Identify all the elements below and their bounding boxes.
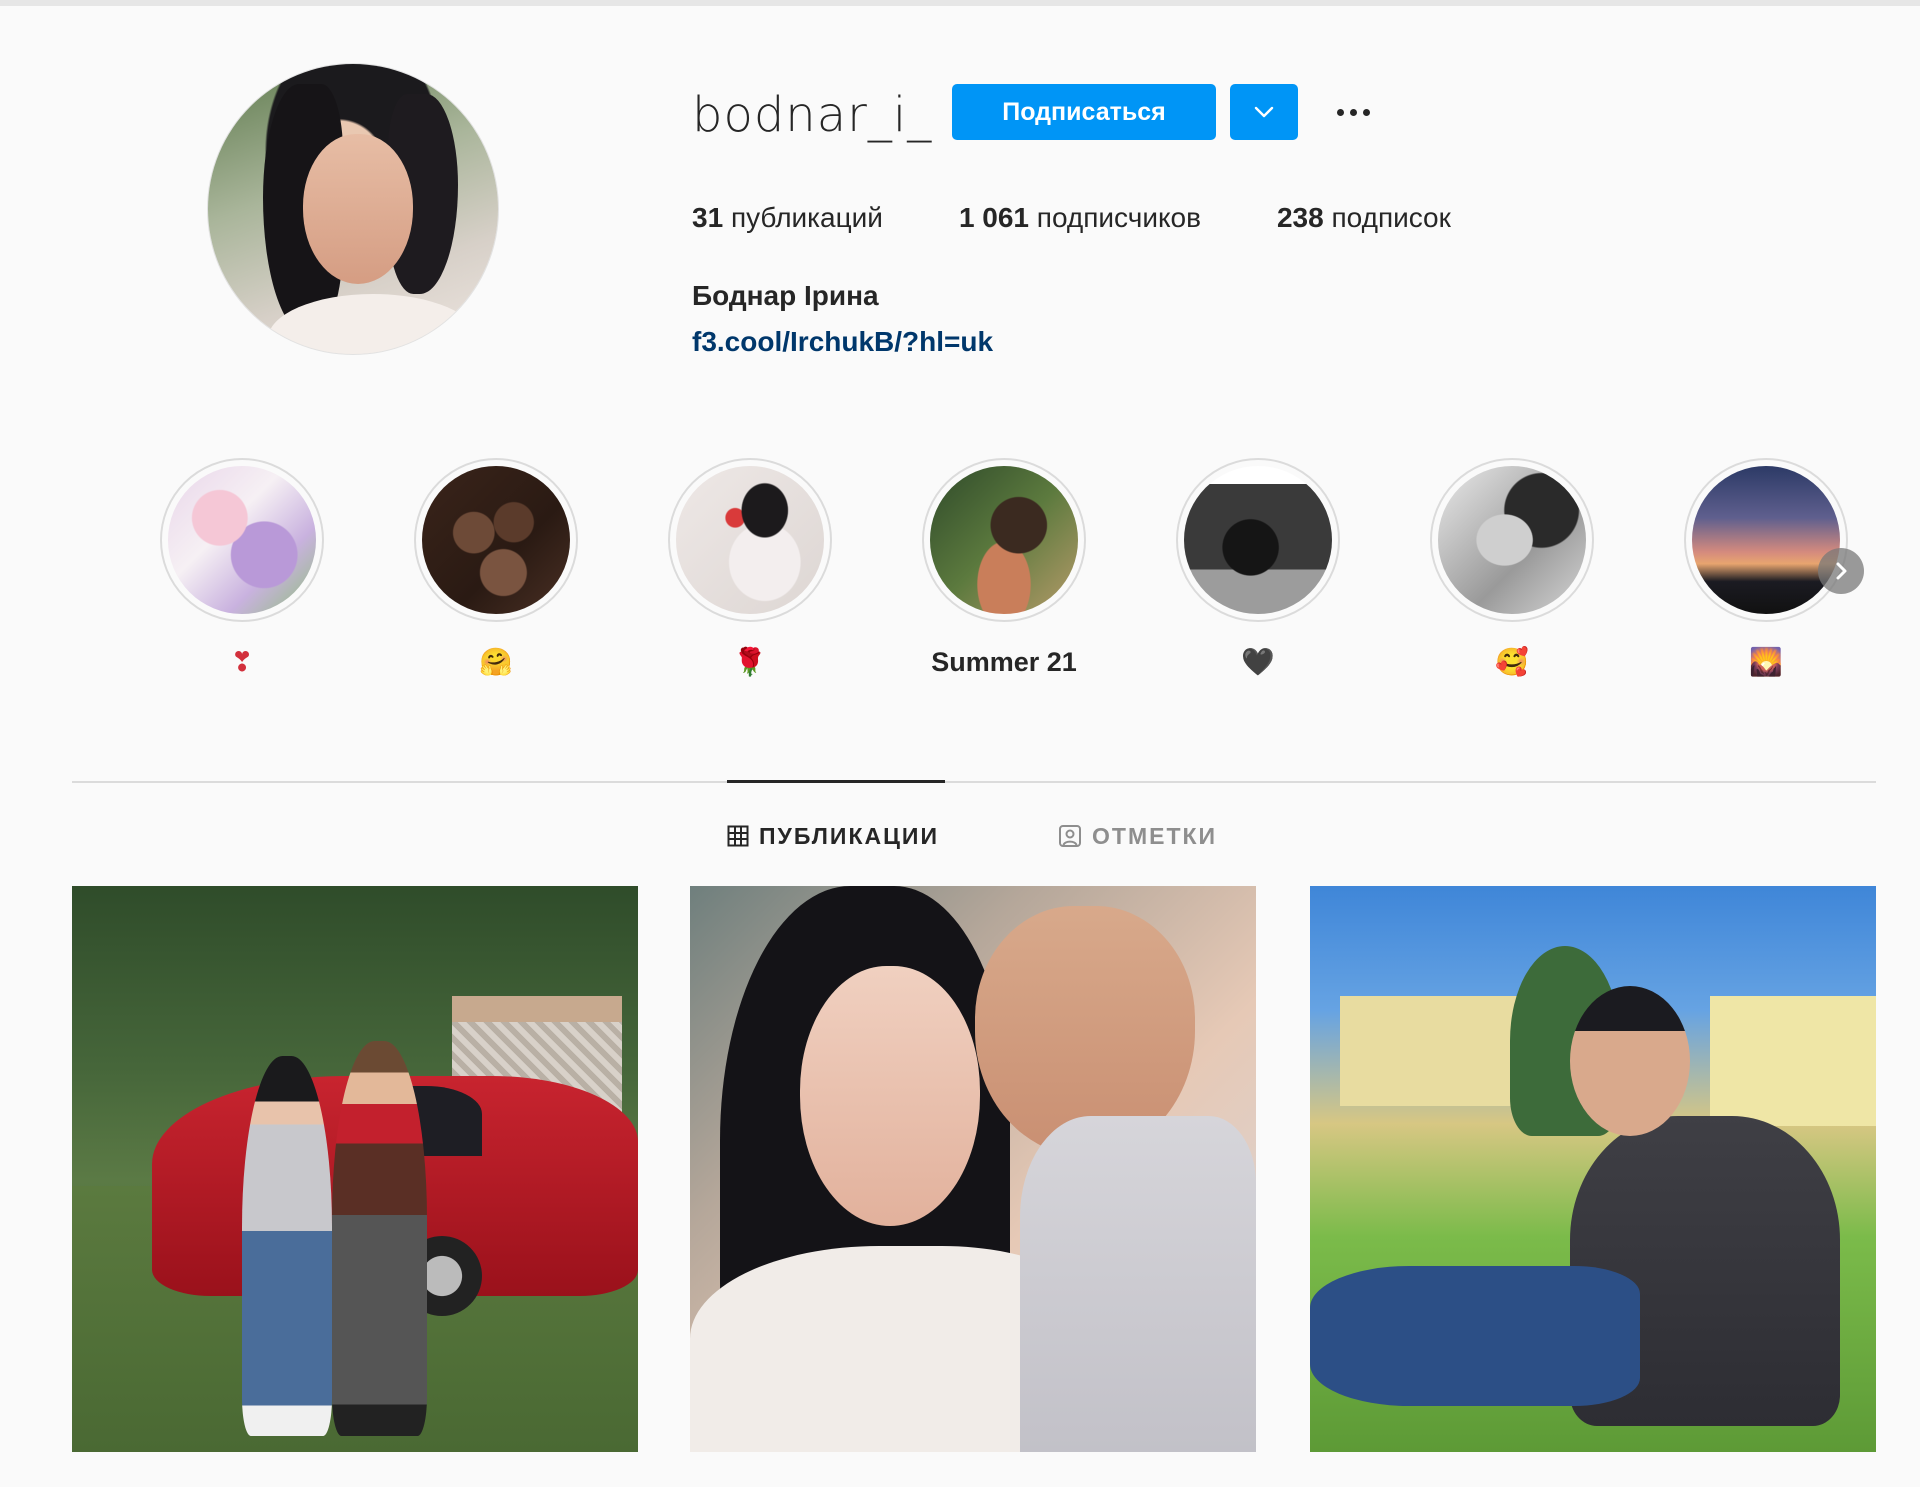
followers-label: подписчиков	[1036, 202, 1201, 233]
tab-posts-label: ПУБЛИКАЦИИ	[759, 822, 939, 849]
tab-posts[interactable]: ПУБЛИКАЦИИ	[727, 818, 939, 854]
highlights-next-button[interactable]	[1818, 548, 1864, 594]
highlight-item[interactable]: 🥰	[1430, 458, 1594, 678]
highlight-cover-ring	[1430, 458, 1594, 622]
post-woman-face	[800, 966, 980, 1226]
profile-bio-link[interactable]: f3.cool/IrchukB/?hl=uk	[692, 322, 993, 362]
suggested-accounts-button[interactable]	[1230, 84, 1298, 140]
followers-stat[interactable]: 1 061 подписчиков	[959, 198, 1201, 238]
highlight-cover-ring	[414, 458, 578, 622]
more-dot-icon	[1336, 108, 1344, 116]
following-stat[interactable]: 238 подписок	[1277, 198, 1451, 238]
top-border	[0, 0, 1920, 6]
posts-count: 31	[692, 202, 724, 233]
highlight-cover-ring	[160, 458, 324, 622]
more-dot-icon	[1349, 108, 1357, 116]
highlight-label: 🌹	[733, 647, 767, 677]
tab-tagged-label: ОТМЕТКИ	[1092, 822, 1218, 849]
grid-icon	[727, 825, 749, 847]
chevron-down-icon	[1254, 106, 1274, 118]
highlight-label: 🥰	[1495, 647, 1529, 677]
more-dot-icon	[1362, 108, 1370, 116]
post-building-left	[1340, 996, 1530, 1106]
post-building-right	[1710, 996, 1876, 1126]
highlight-cover	[1184, 466, 1332, 614]
highlight-label: 🤗	[479, 647, 513, 677]
highlight-item[interactable]: ❣	[160, 458, 324, 678]
profile-stats: 31 публикаций 1 061 подписчиков 238 подп…	[692, 198, 1527, 238]
highlight-cover	[1438, 466, 1586, 614]
follow-button[interactable]: Подписаться	[952, 84, 1216, 140]
post-thumbnail[interactable]	[72, 886, 638, 1452]
post-person-man	[332, 1041, 427, 1436]
posts-label: публикаций	[730, 202, 883, 233]
post-woman-jeans	[1310, 1266, 1640, 1406]
post-thumbnail[interactable]	[690, 886, 1256, 1452]
avatar-face	[303, 134, 413, 284]
active-tab-indicator	[727, 780, 945, 783]
tabs-divider	[72, 781, 1876, 783]
highlight-item[interactable]: 🖤	[1176, 458, 1340, 678]
highlight-cover	[422, 466, 570, 614]
followers-count: 1 061	[958, 202, 1030, 233]
highlight-label: 🖤	[1241, 647, 1275, 677]
highlight-label: ❣	[230, 647, 254, 677]
more-options-button[interactable]	[1328, 94, 1378, 130]
posts-count-stat: 31 публикаций	[692, 198, 883, 238]
highlight-cover-ring	[668, 458, 832, 622]
highlight-item[interactable]: 🤗	[414, 458, 578, 678]
post-man-shirt	[1020, 1116, 1256, 1452]
tab-tagged[interactable]: ОТМЕТКИ	[1058, 818, 1217, 854]
highlight-cover-ring	[922, 458, 1086, 622]
profile-username: bodnar_i_	[692, 87, 933, 143]
profile-full-name: Боднар Ірина	[692, 280, 879, 311]
post-thumbnail[interactable]	[1310, 886, 1876, 1452]
following-label: подписок	[1331, 202, 1451, 233]
highlight-cover-ring	[1684, 458, 1848, 622]
highlight-cover	[168, 466, 316, 614]
highlight-item[interactable]: 🌹	[668, 458, 832, 678]
highlight-item[interactable]: Summer 21	[922, 458, 1086, 678]
chevron-right-icon	[1836, 562, 1847, 580]
profile-avatar[interactable]	[208, 64, 498, 354]
highlight-label: 🌄	[1749, 647, 1783, 677]
highlight-cover	[1692, 466, 1840, 614]
following-count: 238	[1276, 202, 1324, 233]
post-person-woman	[242, 1056, 332, 1436]
post-woman-head	[1570, 986, 1690, 1136]
highlight-cover	[930, 466, 1078, 614]
highlight-cover	[676, 466, 824, 614]
highlight-label: Summer 21	[931, 647, 1077, 677]
highlight-cover-ring	[1176, 458, 1340, 622]
tagged-user-icon	[1059, 825, 1081, 847]
